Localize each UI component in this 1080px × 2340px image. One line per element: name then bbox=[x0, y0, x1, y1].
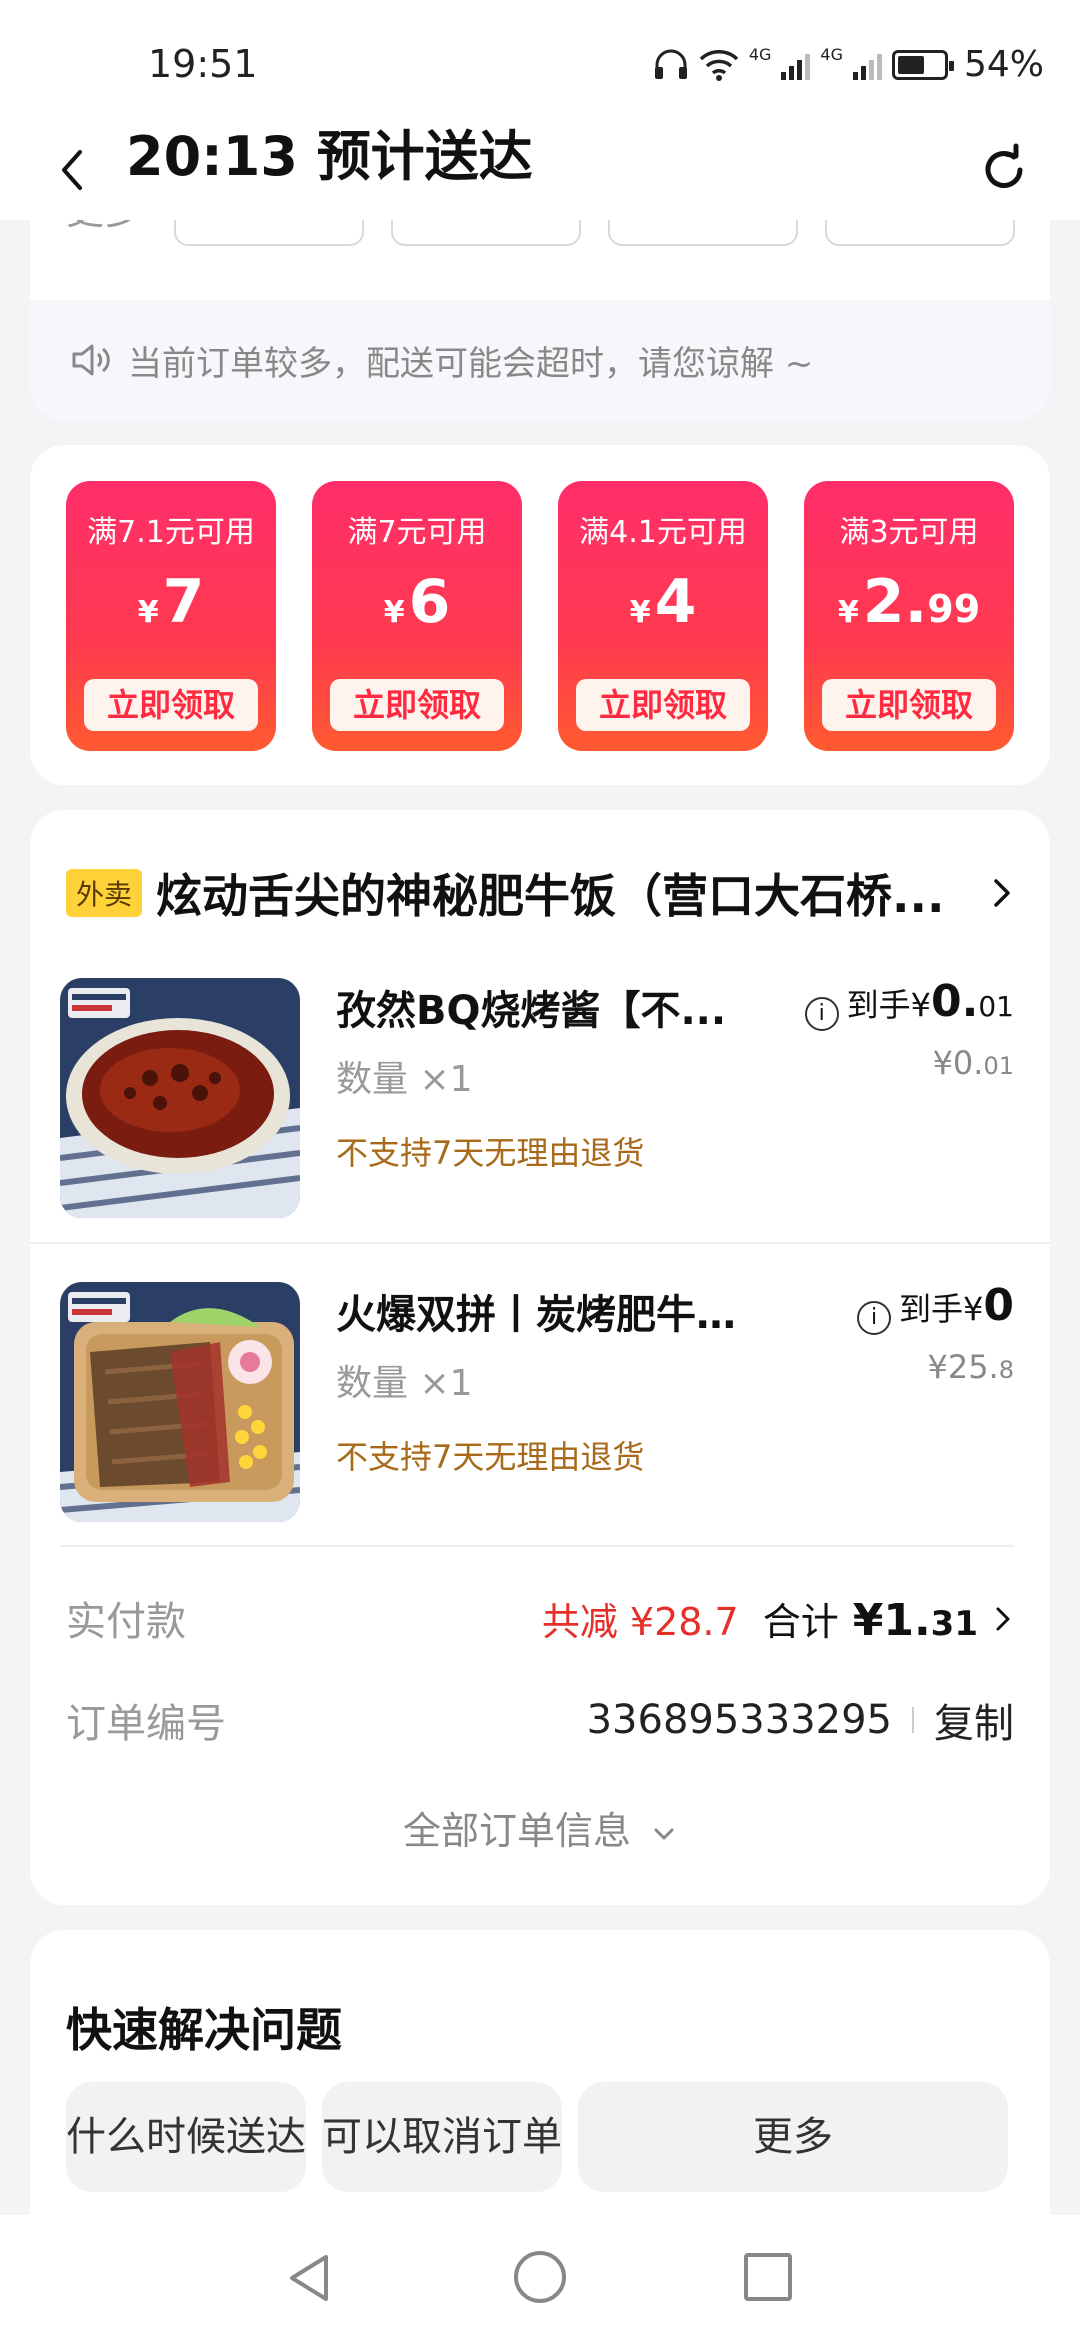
claim-coupon-button[interactable]: 立即领取 bbox=[576, 679, 750, 731]
item-final-price: i 到手 ¥0. 01 bbox=[804, 976, 1014, 1031]
return-policy-note: 不支持7天无理由退货 bbox=[336, 1438, 645, 1476]
coupon-amount: ¥6 bbox=[383, 567, 451, 637]
more-help-button[interactable]: 更多 bbox=[578, 2082, 1008, 2192]
notice-text: 当前订单较多，配送可能会超时，请您谅解 ~ bbox=[128, 343, 814, 384]
wifi-icon bbox=[699, 49, 739, 81]
claim-coupon-button[interactable]: 立即领取 bbox=[822, 679, 996, 731]
headphones-icon bbox=[654, 49, 687, 79]
divider bbox=[60, 1545, 1014, 1547]
order-number-label: 订单编号 bbox=[66, 1701, 226, 1747]
quick-help-title: 快速解决问题 bbox=[66, 2003, 342, 2057]
shop-row[interactable]: 外卖 炫动舌尖的神秘肥牛饭（营口大石桥... bbox=[66, 860, 1026, 926]
network-type-2: 4G bbox=[820, 45, 843, 64]
order-item[interactable]: 孜然BQ烧烤酱【不... 数量 ×1 不支持7天无理由退货 i 到手 ¥0. 01 … bbox=[30, 958, 1050, 1218]
status-time: 19:51 bbox=[148, 42, 258, 86]
refresh-icon[interactable] bbox=[976, 142, 1032, 198]
total-amount: ¥1.31 bbox=[852, 1594, 978, 1646]
coupon-condition: 满7.1元可用 bbox=[87, 515, 255, 550]
shop-name: 炫动舌尖的神秘肥牛饭（营口大石桥... bbox=[156, 869, 945, 923]
item-quantity: 数量 ×1 bbox=[336, 1363, 473, 1404]
coupon-condition: 满4.1元可用 bbox=[579, 515, 747, 550]
coupon-condition: 满7元可用 bbox=[347, 515, 487, 550]
all-order-info-toggle[interactable]: 全部订单信息 bbox=[30, 1800, 1050, 1855]
system-nav-bar bbox=[0, 2215, 1080, 2340]
coupon-card[interactable]: 满7元可用 ¥6 立即领取 bbox=[312, 481, 522, 751]
food-image bbox=[60, 978, 300, 1218]
separator bbox=[912, 1707, 914, 1733]
total-label: 合计 bbox=[762, 1599, 839, 1644]
speaker-icon bbox=[72, 344, 110, 376]
signal-icon bbox=[781, 50, 811, 80]
order-actions-card: 更多 修改订单 催单 申请退款 联系商家 当前订单较多，配送可能会超时，请您谅解… bbox=[30, 190, 1050, 420]
battery-icon bbox=[891, 49, 954, 80]
info-icon[interactable]: i bbox=[804, 997, 839, 1031]
item-quantity: 数量 ×1 bbox=[336, 1059, 473, 1100]
claim-coupon-button[interactable]: 立即领取 bbox=[84, 679, 258, 731]
claim-coupon-button[interactable]: 立即领取 bbox=[330, 679, 504, 731]
chevron-right-icon bbox=[994, 879, 1010, 907]
coupon-amount: ¥4 bbox=[629, 567, 697, 637]
nav-recents-icon[interactable] bbox=[742, 2251, 794, 2303]
item-name: 孜然BQ烧烤酱【不... bbox=[336, 988, 727, 1034]
coupon-card[interactable]: 满3元可用 ¥2.99 立即领取 bbox=[804, 481, 1014, 751]
discount-total: 共减 ¥28.7 bbox=[541, 1599, 739, 1644]
order-number-row: 订单编号 336895333295 复制 bbox=[66, 1690, 1014, 1750]
cancel-order-button[interactable]: 可以取消订单... bbox=[322, 2082, 562, 2192]
item-name: 火爆双拼丨炭烤肥牛+... bbox=[336, 1292, 756, 1338]
copy-button[interactable]: 复制 bbox=[934, 1691, 1014, 1749]
nav-home-icon[interactable] bbox=[512, 2249, 568, 2305]
order-item[interactable]: 火爆双拼丨炭烤肥牛+... 数量 ×1 不支持7天无理由退货 i 到手 ¥0 ¥2… bbox=[30, 1262, 1050, 1522]
return-policy-note: 不支持7天无理由退货 bbox=[336, 1134, 645, 1172]
delivery-tag: 外卖 bbox=[66, 869, 143, 917]
payment-label: 实付款 bbox=[66, 1599, 186, 1645]
item-original-price: ¥25.8 bbox=[927, 1348, 1014, 1386]
chevron-down-icon bbox=[654, 1828, 674, 1840]
coupon-amount: ¥7 bbox=[137, 567, 205, 637]
coupon-amount: ¥2.99 bbox=[837, 567, 981, 637]
chevron-right-icon bbox=[996, 1607, 1010, 1630]
back-arrow-icon[interactable] bbox=[50, 146, 98, 194]
order-number: 336895333295 bbox=[586, 1697, 892, 1743]
coupon-condition: 满3元可用 bbox=[839, 515, 979, 550]
when-delivered-button[interactable]: 什么时候送达 bbox=[66, 2082, 306, 2192]
order-detail-card: 外卖 炫动舌尖的神秘肥牛饭（营口大石桥... 孜然BQ烧烤酱【不... 数量 ×… bbox=[30, 810, 1050, 1905]
item-final-price: i 到手 ¥0 bbox=[857, 1280, 1014, 1335]
signal-icon bbox=[852, 50, 882, 80]
coupon-card[interactable]: 满4.1元可用 ¥4 立即领取 bbox=[558, 481, 768, 751]
page-title: 20:13 预计送达 bbox=[126, 125, 533, 188]
coupon-card[interactable]: 满7.1元可用 ¥7 立即领取 bbox=[66, 481, 276, 751]
coupons-card: 满7.1元可用 ¥7 立即领取 满7元可用 ¥6 立即领取 满4.1元可用 ¥4… bbox=[30, 445, 1050, 785]
network-type-1: 4G bbox=[748, 45, 772, 64]
status-bar: 19:51 4G 4G 54% bbox=[0, 0, 1080, 120]
payment-row[interactable]: 实付款 共减 ¥28.7 合计 ¥1.31 bbox=[66, 1588, 1014, 1648]
delay-notice: 当前订单较多，配送可能会超时，请您谅解 ~ bbox=[30, 300, 1050, 420]
item-original-price: ¥0.01 bbox=[932, 1044, 1014, 1082]
battery-percent: 54% bbox=[963, 44, 1044, 85]
food-image bbox=[60, 1282, 300, 1522]
divider bbox=[30, 1242, 1050, 1244]
status-icons: 4G 4G 54% bbox=[653, 44, 1044, 85]
info-icon[interactable]: i bbox=[857, 1301, 891, 1335]
nav-back-icon[interactable] bbox=[282, 2251, 336, 2305]
